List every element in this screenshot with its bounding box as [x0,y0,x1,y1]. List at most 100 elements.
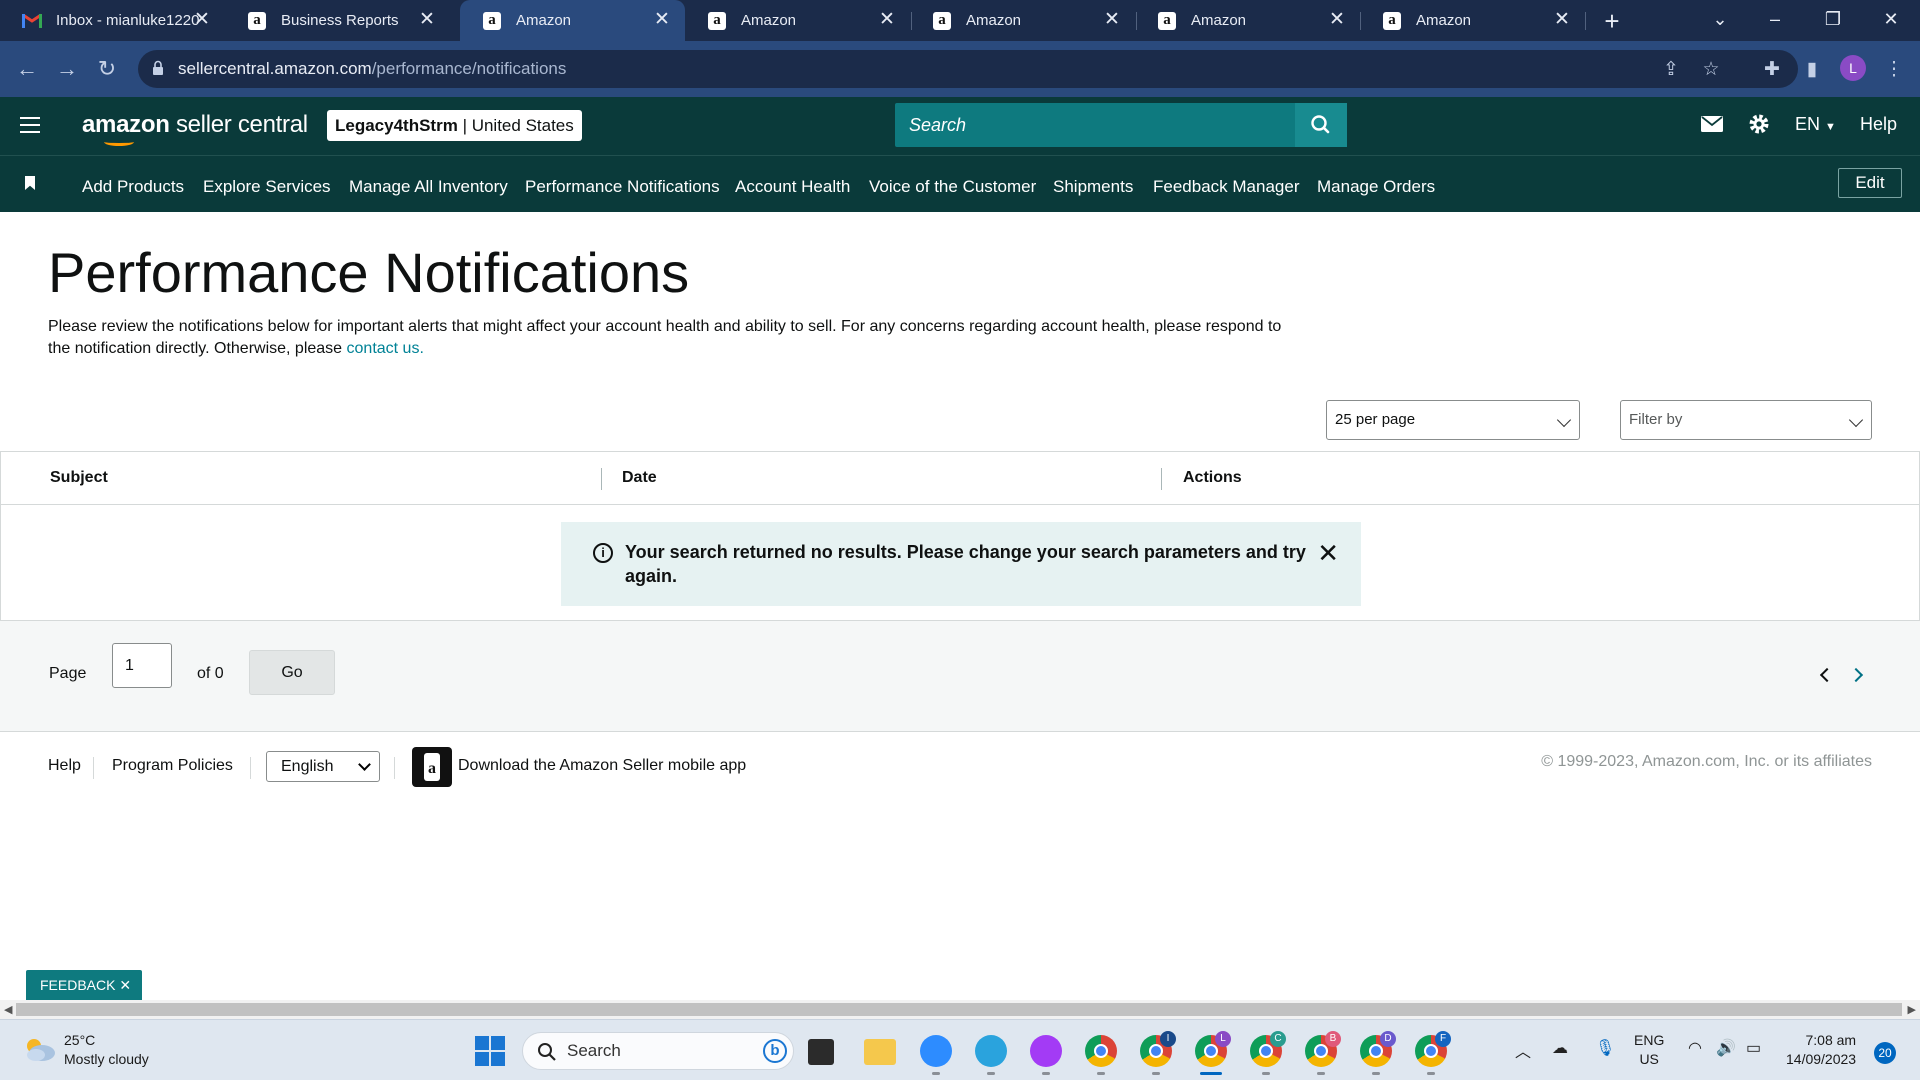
side-panel-icon[interactable]: ▮ [1801,59,1823,81]
onedrive-offline-icon[interactable]: ☁ [1552,1038,1568,1058]
microphone-icon[interactable]: 🎙 [1595,1038,1615,1058]
chrome-profile-l-icon[interactable]: L [1195,1031,1231,1067]
amazon-icon: a [1157,11,1177,31]
file-explorer-icon[interactable] [864,1039,896,1065]
reload-button[interactable]: ↻ [90,52,124,86]
zoom-icon[interactable] [920,1035,952,1067]
browser-menu-icon[interactable]: ⋮ [1883,59,1905,81]
nav-explore-services[interactable]: Explore Services [203,177,331,197]
window-close-button[interactable]: ✕ [1866,0,1916,41]
extensions-puzzle-icon[interactable]: ✚ [1761,59,1783,81]
previous-page-icon[interactable] [1819,667,1835,683]
program-policies-link[interactable]: Program Policies [112,757,233,775]
close-icon[interactable]: ✕ [1326,9,1348,31]
go-button[interactable]: Go [249,650,335,695]
chevron-down-icon [1556,412,1572,428]
forward-button[interactable]: → [50,52,84,86]
scrollbar-thumb[interactable] [16,1003,1902,1016]
seller-app-icon[interactable]: a [412,747,452,787]
chrome-profile-d-icon[interactable]: D [1360,1031,1396,1067]
close-icon[interactable]: ✕ [651,9,673,31]
contact-us-link[interactable]: contact us. [347,340,424,357]
profile-avatar[interactable]: L [1840,55,1866,81]
scroll-left-icon[interactable]: ◀ [4,1003,12,1016]
show-hidden-icons-chevron-icon[interactable]: ︿ [1515,1038,1531,1062]
telegram-icon[interactable] [975,1035,1007,1067]
task-view-icon[interactable] [808,1039,834,1065]
windows-start-icon[interactable] [475,1036,505,1071]
tab-amazon[interactable]: a Amazon ✕ [1360,0,1585,41]
close-icon[interactable]: ✕ [191,9,213,31]
nav-manage-orders[interactable]: Manage Orders [1317,177,1435,197]
tab-amazon[interactable]: a Amazon ✕ [1135,0,1360,41]
footer-language-select[interactable]: English [266,751,380,782]
nav-voice-of-the-customer[interactable]: Voice of the Customer [869,177,1036,197]
search-icon [538,1043,556,1061]
search-input[interactable] [895,103,1295,147]
close-icon[interactable]: ✕ [1101,9,1123,31]
close-icon[interactable]: ✕ [1551,9,1573,31]
input-language[interactable]: ENG US [1634,1031,1664,1069]
store-switcher[interactable]: Legacy4thStrm | United States [327,110,582,141]
footer-help-link[interactable]: Help [48,757,81,775]
chrome-profile-f-icon[interactable]: F [1415,1031,1451,1067]
settings-gear-icon[interactable] [1748,113,1770,140]
notification-badge[interactable]: 20 [1874,1042,1896,1064]
tab-business-reports[interactable]: a Business Reports ✕ [225,0,450,41]
per-page-select[interactable]: 25 per page [1326,400,1580,440]
nav-add-products[interactable]: Add Products [82,177,184,197]
tab-amazon-active[interactable]: a Amazon ✕ [460,0,685,41]
chrome-icon[interactable] [1085,1035,1117,1067]
restore-button[interactable]: ❐ [1808,0,1858,41]
column-subject[interactable]: Subject [50,469,108,487]
language-selector[interactable]: EN ▼ [1795,114,1836,135]
nav-shipments[interactable]: Shipments [1053,177,1133,197]
close-icon[interactable]: ✕ [416,9,438,31]
tab-amazon[interactable]: a Amazon ✕ [685,0,910,41]
weather-cloud-icon[interactable] [22,1036,56,1062]
edit-bookmarks-button[interactable]: Edit [1838,168,1902,198]
page-number-input[interactable] [112,643,172,688]
volume-icon[interactable]: 🔊 [1716,1038,1736,1058]
clock[interactable]: 7:08 am 14/09/2023 [1786,1031,1856,1069]
hamburger-menu-icon[interactable] [20,117,40,133]
share-icon[interactable]: ⇪ [1660,59,1682,81]
nav-manage-all-inventory[interactable]: Manage All Inventory [349,177,508,197]
seller-central-logo[interactable]: amazon seller central [82,111,308,146]
chrome-profile-c-icon[interactable]: C [1250,1031,1286,1067]
minimize-button[interactable]: – [1750,0,1800,41]
messenger-icon[interactable] [1030,1035,1062,1067]
battery-icon[interactable]: ▭ [1746,1038,1761,1058]
address-bar[interactable]: sellercentral.amazon.com/performance/not… [138,50,1798,88]
tab-search-chevron-icon[interactable]: ⌄ [1695,0,1745,41]
close-icon[interactable]: ✕ [1317,540,1339,566]
search-button[interactable] [1295,103,1347,147]
tab-gmail-inbox[interactable]: Inbox - mianluke1220 ✕ [0,0,225,41]
new-tab-button[interactable]: + [1597,6,1627,36]
close-icon[interactable]: ✕ [876,9,898,31]
close-icon[interactable]: ✕ [119,977,131,993]
next-page-icon[interactable] [1848,667,1864,683]
nav-performance-notifications[interactable]: Performance Notifications [525,177,720,197]
chrome-profile-b-icon[interactable]: B [1305,1031,1341,1067]
tab-separator [1585,12,1586,30]
tab-amazon[interactable]: a Amazon ✕ [910,0,1135,41]
taskbar-search[interactable]: Search b [522,1032,794,1070]
back-button[interactable]: ← [10,52,44,86]
scroll-right-icon[interactable]: ▶ [1908,1003,1916,1016]
chrome-profile-i-icon[interactable]: I [1140,1031,1176,1067]
feedback-tab[interactable]: FEEDBACK ✕ [26,970,142,1000]
filter-select[interactable]: Filter by [1620,400,1872,440]
horizontal-scrollbar[interactable]: ◀ ▶ [0,1000,1920,1019]
weather-widget[interactable]: 25°C Mostly cloudy [64,1031,149,1069]
column-date[interactable]: Date [622,469,657,487]
wifi-icon[interactable]: ◠ [1688,1038,1702,1058]
nav-feedback-manager[interactable]: Feedback Manager [1153,177,1299,197]
bookmark-icon[interactable] [25,176,35,190]
mail-icon[interactable] [1701,116,1723,137]
bookmark-star-icon[interactable]: ☆ [1700,59,1722,81]
bing-icon[interactable]: b [763,1039,787,1063]
help-link[interactable]: Help [1860,114,1897,135]
nav-account-health[interactable]: Account Health [735,177,850,197]
download-app-link[interactable]: Download the Amazon Seller mobile app [458,757,746,775]
